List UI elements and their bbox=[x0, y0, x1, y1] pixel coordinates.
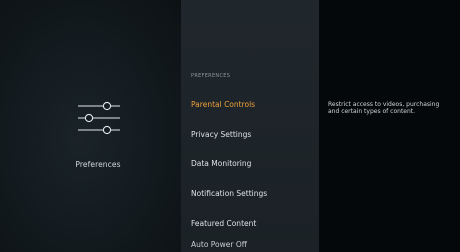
description-pane: Restrict access to videos, purchasing an… bbox=[319, 0, 460, 252]
menu-item-parental-controls[interactable]: Parental Controls bbox=[191, 100, 255, 109]
menu-item-featured-content[interactable]: Featured Content bbox=[191, 219, 256, 228]
menu-item-auto-power-off[interactable]: Auto Power Off bbox=[191, 240, 247, 249]
menu-item-data-monitoring[interactable]: Data Monitoring bbox=[191, 159, 251, 168]
section-header: PREFERENCES bbox=[191, 73, 231, 79]
sliders-icon bbox=[78, 101, 120, 135]
settings-screen: Preferences PREFERENCES Parental Control… bbox=[0, 0, 460, 252]
category-label: Preferences bbox=[75, 160, 121, 169]
category-pane: Preferences bbox=[0, 0, 181, 252]
menu-item-notification-settings[interactable]: Notification Settings bbox=[191, 189, 267, 198]
settings-menu: PREFERENCES Parental Controls Privacy Se… bbox=[181, 0, 319, 252]
menu-item-privacy-settings[interactable]: Privacy Settings bbox=[191, 130, 251, 139]
item-description: Restrict access to videos, purchasing an… bbox=[328, 101, 440, 115]
